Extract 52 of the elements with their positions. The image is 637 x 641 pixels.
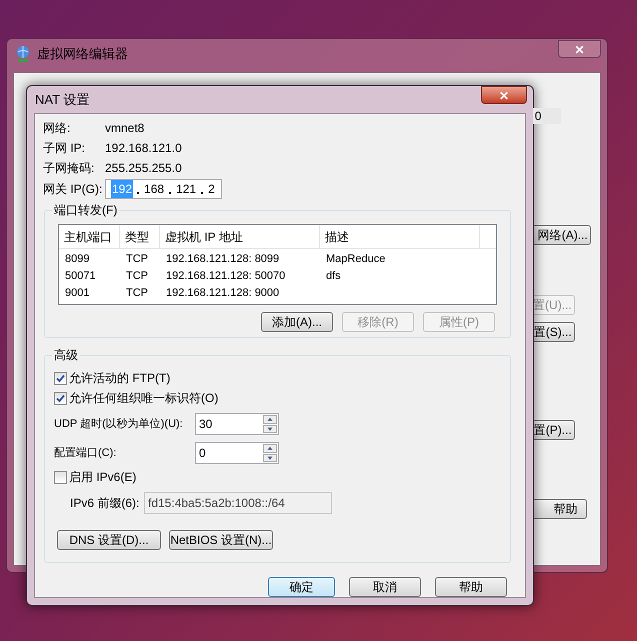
- dialog-button[interactable]: DNS 设置(D)...: [57, 530, 161, 550]
- table-cell: 50071: [65, 270, 96, 282]
- group-title: 端口转发(F): [52, 203, 120, 217]
- column-header[interactable]: 主机端口: [59, 225, 120, 248]
- table-cell: 192.168.121.128: 9000: [166, 287, 280, 299]
- field-label: 网络:: [43, 120, 72, 137]
- checkbox[interactable]: [54, 372, 67, 384]
- field-value: 255.255.255.0: [105, 160, 182, 177]
- dialog-title: NAT 设置: [35, 92, 90, 108]
- spinner-field[interactable]: 30: [195, 413, 279, 435]
- dialog-button[interactable]: NetBIOS 设置(N)...: [169, 530, 273, 550]
- dialog-button[interactable]: 取消: [349, 577, 421, 597]
- spinner-field[interactable]: 0: [195, 442, 279, 464]
- window-title: 虚拟网络编辑器: [37, 45, 128, 63]
- table-cell: TCP: [126, 287, 148, 299]
- octet: 192: [111, 180, 134, 198]
- table-cell: 192.168.121.128: 50070: [166, 270, 286, 282]
- globe-icon: [15, 45, 31, 63]
- dialog-button[interactable]: 帮助: [435, 577, 507, 597]
- field-label: IPv6 前缀(6):: [70, 495, 140, 512]
- table-cell: TCP: [126, 270, 148, 282]
- ip-address-field[interactable]: 192 168 121 2: [105, 179, 222, 199]
- table-cell: 8099: [65, 253, 90, 265]
- checkbox-label[interactable]: 允许任何组织唯一标识符(O): [69, 389, 218, 407]
- table-cell: TCP: [126, 253, 148, 265]
- checkbox[interactable]: [54, 470, 67, 484]
- column-header[interactable]: 虚拟机 IP 地址: [160, 225, 320, 248]
- dialog-button[interactable]: 添加(A)...: [261, 312, 333, 332]
- column-header[interactable]: 描述: [320, 225, 480, 248]
- group-title: 高级: [52, 348, 80, 362]
- checkbox[interactable]: [54, 392, 67, 404]
- dialog-button[interactable]: 确定: [268, 577, 335, 597]
- octet: 2: [207, 181, 216, 198]
- octet: 121: [175, 181, 198, 198]
- checkbox-label[interactable]: 允许活动的 FTP(T): [69, 369, 170, 387]
- field-label: 子网 IP:: [43, 140, 86, 157]
- checkbox-label[interactable]: 启用 IPv6(E): [69, 468, 136, 486]
- field-value: vmnet8: [105, 120, 144, 137]
- field-label: UDP 超时(以秒为单位)(U):: [54, 416, 184, 432]
- octet: 168: [143, 181, 166, 198]
- table-cell: MapReduce: [326, 253, 386, 265]
- field-label: 子网掩码:: [43, 160, 96, 177]
- table-cell: 192.168.121.128: 8099: [166, 253, 280, 265]
- table-cell: 9001: [65, 287, 90, 299]
- field-label: 网关 IP(G):: [43, 181, 104, 198]
- field-value: 192.168.121.0: [105, 140, 182, 157]
- checkmark-icon: [56, 394, 65, 402]
- checkmark-icon: [56, 374, 65, 382]
- column-header[interactable]: 类型: [120, 225, 160, 248]
- table-cell: 0: [532, 108, 561, 124]
- field-label: 配置端口(C):: [54, 446, 118, 461]
- table-cell: dfs: [326, 270, 341, 282]
